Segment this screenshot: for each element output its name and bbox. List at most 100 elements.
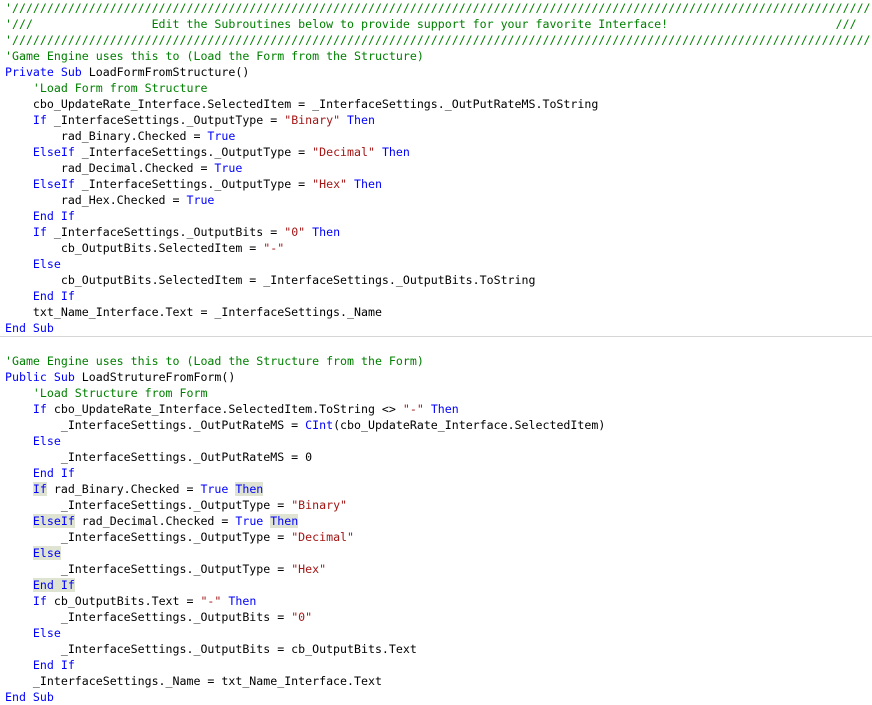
code-text: _InterfaceSettings._OutputType =: [46, 113, 285, 127]
code-line[interactable]: '///////////////////////////////////////…: [0, 0, 872, 16]
code-comment: 'Load Form from Structure: [32, 81, 208, 95]
code-text: cb_OutputBits.Text =: [46, 594, 201, 608]
code-line[interactable]: 'Game Engine uses this to (Load the Stru…: [0, 353, 872, 369]
code-keyword: Private Sub: [5, 65, 82, 79]
code-string: "Decimal": [312, 145, 375, 159]
code-line[interactable]: _InterfaceSettings._OutputBits = "0": [0, 609, 872, 625]
code-line[interactable]: If _InterfaceSettings._OutputBits = "0" …: [0, 224, 872, 240]
code-line[interactable]: End Sub: [0, 689, 872, 705]
code-line[interactable]: ElseIf _InterfaceSettings._OutputType = …: [0, 176, 872, 192]
code-keyword: True: [214, 161, 243, 175]
code-keyword: Then: [430, 402, 459, 416]
code-string: "Binary": [284, 113, 341, 127]
code-line[interactable]: cb_OutputBits.SelectedItem = "-": [0, 240, 872, 256]
code-line[interactable]: txt_Name_Interface.Text = _InterfaceSett…: [0, 304, 872, 320]
code-line[interactable]: rad_Binary.Checked = True: [0, 128, 872, 144]
code-line[interactable]: End If: [0, 208, 872, 224]
code-keyword: End Sub: [5, 690, 54, 704]
code-text: rad_Decimal.Checked =: [74, 514, 236, 528]
code-keyword-highlighted: End If: [32, 578, 75, 592]
code-comment: 'Load Structure from Form: [32, 386, 208, 400]
code-string: "Hex": [291, 562, 327, 576]
code-line[interactable]: _InterfaceSettings._OutputType = "Binary…: [0, 497, 872, 513]
code-keyword: End If: [32, 209, 75, 223]
code-string: "-": [263, 241, 285, 255]
code-line[interactable]: _InterfaceSettings._OutPutRateMS = 0: [0, 449, 872, 465]
code-line[interactable]: '/// Edit the Subroutines below to provi…: [0, 16, 872, 32]
code-line[interactable]: Else: [0, 433, 872, 449]
code-line[interactable]: Private Sub LoadFormFromStructure(): [0, 64, 872, 80]
code-line[interactable]: _InterfaceSettings._OutPutRateMS = CInt(…: [0, 417, 872, 433]
code-keyword: True: [186, 193, 215, 207]
code-line[interactable]: End If: [0, 657, 872, 673]
code-line[interactable]: '///////////////////////////////////////…: [0, 32, 872, 48]
code-text: _InterfaceSettings._OutputType =: [5, 562, 292, 576]
code-text: rad_Binary.Checked =: [46, 482, 201, 496]
code-keyword-highlighted: Then: [235, 482, 264, 496]
code-line[interactable]: _InterfaceSettings._OutputType = "Hex": [0, 561, 872, 577]
code-line[interactable]: End Sub: [0, 320, 872, 336]
code-text: cbo_UpdateRate_Interface.SelectedItem.To…: [46, 402, 403, 416]
code-line[interactable]: 'Game Engine uses this to (Load the Form…: [0, 48, 872, 64]
code-line[interactable]: If cbo_UpdateRate_Interface.SelectedItem…: [0, 401, 872, 417]
code-line[interactable]: If cb_OutputBits.Text = "-" Then: [0, 593, 872, 609]
code-line[interactable]: 'Load Form from Structure: [0, 80, 872, 96]
code-line[interactable]: ElseIf _InterfaceSettings._OutputType = …: [0, 144, 872, 160]
code-editor[interactable]: '///////////////////////////////////////…: [0, 0, 872, 704]
code-keyword: If: [32, 594, 47, 608]
code-line[interactable]: End If: [0, 465, 872, 481]
code-line[interactable]: End If: [0, 577, 872, 593]
code-line[interactable]: rad_Decimal.Checked = True: [0, 160, 872, 176]
code-comment: '///////////////////////////////////////…: [5, 1, 871, 15]
code-line[interactable]: If rad_Binary.Checked = True Then: [0, 481, 872, 497]
code-text: rad_Binary.Checked =: [5, 129, 208, 143]
code-text: LoadFormFromStructure(): [81, 65, 250, 79]
code-text: _InterfaceSettings._OutputBits = cb_Outp…: [5, 642, 417, 656]
code-text: cb_OutputBits.SelectedItem = _InterfaceS…: [5, 273, 536, 287]
code-text: rad_Decimal.Checked =: [5, 161, 215, 175]
code-line[interactable]: Else: [0, 256, 872, 272]
code-line[interactable]: Else: [0, 545, 872, 561]
code-line[interactable]: cb_OutputBits.SelectedItem = _InterfaceS…: [0, 272, 872, 288]
code-keyword: If: [32, 402, 47, 416]
code-line[interactable]: Public Sub LoadStrutureFromForm(): [0, 369, 872, 385]
code-text: _InterfaceSettings._OutputBits =: [5, 610, 292, 624]
code-line[interactable]: Else: [0, 625, 872, 641]
code-line[interactable]: _InterfaceSettings._OutputBits = cb_Outp…: [0, 641, 872, 657]
code-keyword-highlighted: Then: [270, 514, 299, 528]
code-keyword: True: [235, 514, 264, 528]
code-line[interactable]: cbo_UpdateRate_Interface.SelectedItem = …: [0, 96, 872, 112]
code-keyword: Public Sub: [5, 370, 75, 384]
code-line[interactable]: End If: [0, 288, 872, 304]
code-keyword-highlighted: If: [32, 482, 47, 496]
code-line[interactable]: If _InterfaceSettings._OutputType = "Bin…: [0, 112, 872, 128]
code-string: "0": [284, 225, 306, 239]
code-keyword: Then: [312, 225, 341, 239]
code-text: _InterfaceSettings._OutputBits =: [46, 225, 285, 239]
code-keyword: Else: [32, 434, 61, 448]
code-line[interactable]: ElseIf rad_Decimal.Checked = True Then: [0, 513, 872, 529]
code-line[interactable]: [0, 336, 872, 353]
code-string: "Hex": [312, 177, 348, 191]
code-string: "-": [200, 594, 222, 608]
code-line[interactable]: 'Load Structure from Form: [0, 385, 872, 401]
code-keyword: End If: [32, 658, 75, 672]
code-line[interactable]: _InterfaceSettings._OutputType = "Decima…: [0, 529, 872, 545]
code-line[interactable]: rad_Hex.Checked = True: [0, 192, 872, 208]
code-line[interactable]: _InterfaceSettings._Name = txt_Name_Inte…: [0, 673, 872, 689]
